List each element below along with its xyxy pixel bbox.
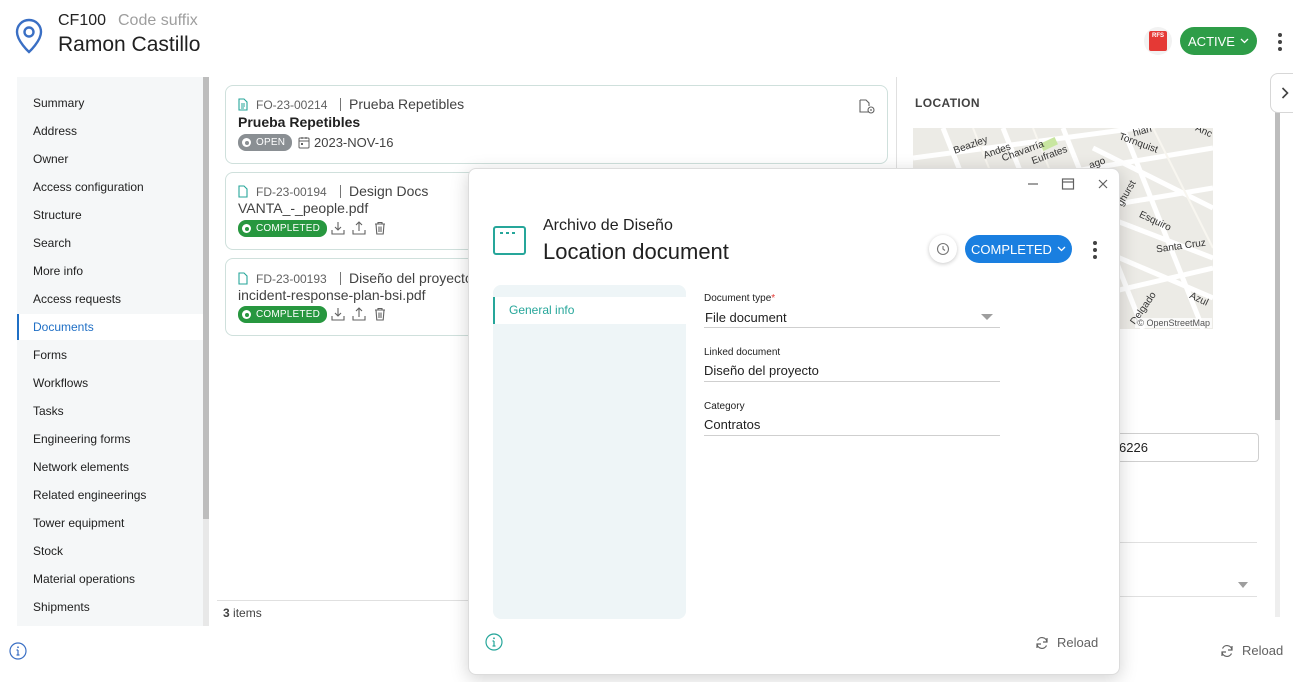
close-icon[interactable]	[1096, 177, 1110, 191]
sidebar-item-forms[interactable]: Forms	[17, 342, 203, 368]
sidebar-item-documents[interactable]: Documents	[17, 314, 203, 340]
refresh-icon	[1036, 636, 1048, 649]
sidebar-item-tower-equipment[interactable]: Tower equipment	[17, 510, 203, 536]
file-icon	[238, 185, 248, 198]
sidebar-item-tasks[interactable]: Tasks	[17, 398, 203, 424]
document-id: FD-23-00193	[256, 272, 327, 286]
status-label: ACTIVE	[1188, 33, 1235, 49]
trash-icon[interactable]	[373, 307, 387, 321]
status-badge: OPEN	[238, 134, 293, 151]
sidebar-item-summary[interactable]: Summary	[17, 90, 203, 116]
document-title[interactable]: Prueba Repetibles	[349, 96, 464, 112]
document-date: 2023-NOV-16	[314, 135, 394, 150]
history-button[interactable]	[929, 235, 957, 263]
document-subtitle: Prueba Repetibles	[238, 114, 361, 130]
sidebar-item-stock[interactable]: Stock	[17, 538, 203, 564]
upload-icon[interactable]	[352, 221, 366, 235]
app-page: CF100 Code suffix Ramon Castillo RFS ACT…	[0, 0, 1293, 682]
map-attribution[interactable]: © OpenStreetMap	[1135, 318, 1212, 328]
clock-icon	[936, 242, 950, 256]
category-field[interactable]: Contratos	[704, 417, 760, 432]
chevron-right-icon	[1281, 87, 1289, 99]
sidebar-item-workflows[interactable]: Workflows	[17, 370, 203, 396]
form-file-icon	[238, 98, 248, 111]
status-dropdown[interactable]: ACTIVE	[1180, 27, 1257, 55]
sidebar-item-related-engineerings[interactable]: Related engineerings	[17, 482, 203, 508]
refresh-icon	[1221, 644, 1233, 657]
status-label: COMPLETED	[971, 241, 1052, 257]
document-type-select[interactable]: File document	[705, 310, 787, 325]
company-logo-text: RFS	[1149, 31, 1167, 51]
chevron-down-icon	[1057, 246, 1066, 252]
chevron-down-icon	[1240, 38, 1249, 44]
document-id: FO-23-00214	[256, 98, 328, 112]
sidebar-item-structure[interactable]: Structure	[17, 202, 203, 228]
sidebar-scrollbar[interactable]	[203, 77, 209, 626]
dialog-tab-panel: General info	[493, 285, 686, 619]
sidebar-item-access-requests[interactable]: Access requests	[17, 286, 203, 312]
maximize-icon[interactable]	[1061, 177, 1075, 191]
location-pin-icon	[15, 18, 43, 54]
file-icon	[238, 272, 248, 285]
company-logo: RFS	[1144, 27, 1172, 55]
download-icon[interactable]	[331, 221, 345, 235]
dialog-title: Location document	[543, 239, 729, 264]
document-title[interactable]: Design Docs	[349, 183, 428, 199]
info-icon[interactable]	[9, 642, 27, 660]
linked-document-label: Linked document	[704, 347, 781, 358]
more-options-icon[interactable]	[1092, 241, 1098, 259]
right-panel-scrollbar[interactable]	[1275, 112, 1280, 617]
sidebar-item-search[interactable]: Search	[17, 230, 203, 256]
site-code: CF100	[58, 12, 107, 29]
upload-icon[interactable]	[352, 307, 366, 321]
document-card[interactable]: FO-23-00214 Prueba Repetibles Prueba Rep…	[225, 85, 888, 164]
sidebar-item-more-info[interactable]: More info	[17, 258, 203, 284]
sidebar-item-shipments[interactable]: Shipments	[17, 594, 203, 620]
reload-button[interactable]: Reload	[1220, 643, 1283, 658]
more-options-icon[interactable]	[1277, 33, 1283, 51]
dialog-subtitle: Archivo de Diseño	[543, 217, 673, 234]
sidebar-item-access-configuration[interactable]: Access configuration	[17, 174, 203, 200]
sidebar-nav: Summary Address Owner Access configurati…	[17, 77, 203, 626]
document-status-dropdown[interactable]: COMPLETED	[965, 235, 1072, 263]
document-title[interactable]: Diseño del proyecto	[349, 270, 473, 286]
status-badge: COMPLETED	[238, 220, 328, 237]
category-label: Category	[704, 401, 745, 412]
download-icon[interactable]	[331, 307, 345, 321]
document-filename[interactable]: VANTA_-_people.pdf	[238, 200, 368, 216]
linked-document-field[interactable]: Diseño del proyecto	[704, 363, 819, 378]
document-window-icon	[493, 226, 526, 255]
sidebar-item-engineering-forms[interactable]: Engineering forms	[17, 426, 203, 452]
minimize-icon[interactable]	[1026, 177, 1040, 191]
document-id: FD-23-00194	[256, 185, 327, 199]
calendar-icon	[298, 137, 310, 149]
status-badge: COMPLETED	[238, 306, 328, 323]
sidebar-item-address[interactable]: Address	[17, 118, 203, 144]
code-suffix: Code suffix	[118, 12, 198, 29]
document-type-label: Document type*	[704, 293, 776, 304]
sidebar-item-network-elements[interactable]: Network elements	[17, 454, 203, 480]
site-name: Ramon Castillo	[58, 33, 201, 56]
location-document-dialog: Archivo de Diseño Location document COMP…	[468, 168, 1120, 675]
dropdown-caret-icon[interactable]	[981, 314, 993, 320]
location-heading: LOCATION	[915, 96, 980, 110]
dropdown-caret-icon[interactable]	[1238, 582, 1248, 588]
sidebar-item-material-operations[interactable]: Material operations	[17, 566, 203, 592]
tab-general-info[interactable]: General info	[493, 297, 686, 324]
collapse-panel-button[interactable]	[1270, 73, 1293, 113]
file-settings-icon[interactable]	[859, 99, 875, 114]
reload-button[interactable]: Reload	[1035, 635, 1098, 650]
sidebar-item-owner[interactable]: Owner	[17, 146, 203, 172]
trash-icon[interactable]	[373, 221, 387, 235]
info-icon[interactable]	[485, 633, 503, 651]
items-count: 3 items	[223, 606, 262, 620]
document-filename[interactable]: incident-response-plan-bsi.pdf	[238, 287, 426, 303]
